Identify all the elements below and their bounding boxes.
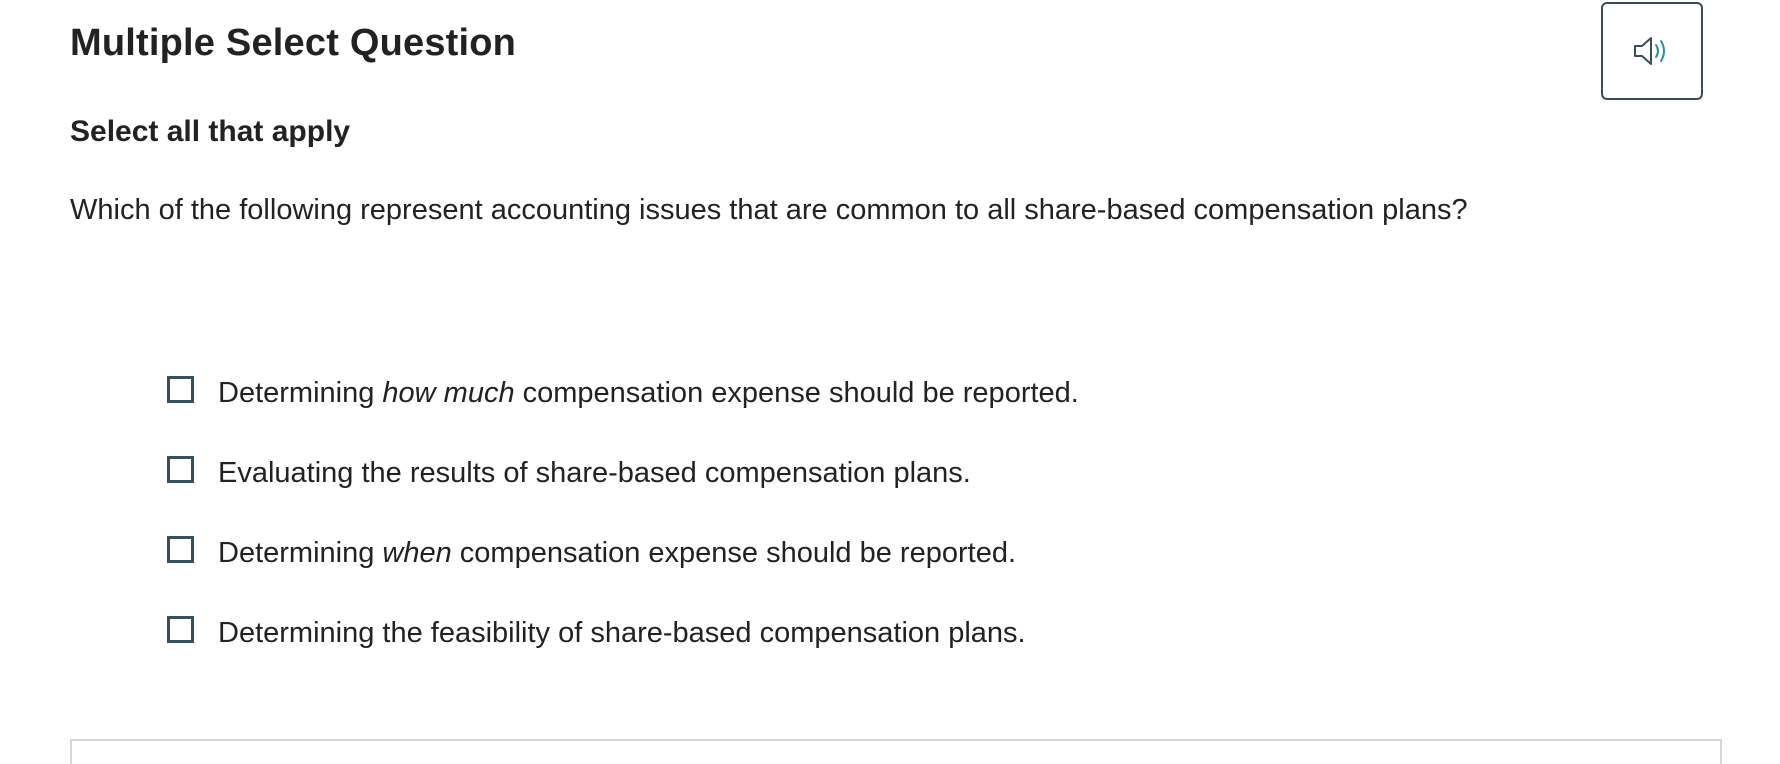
option-label: Determining how much compensation expens… xyxy=(218,377,1079,410)
checkbox[interactable] xyxy=(167,455,194,483)
option-emphasis: how much xyxy=(382,377,515,409)
bottom-panel xyxy=(70,739,1722,764)
read-aloud-button[interactable] xyxy=(1601,2,1703,100)
checkbox[interactable] xyxy=(167,615,194,643)
page-title: Multiple Select Question xyxy=(70,22,517,64)
answer-option[interactable]: Determining how much compensation expens… xyxy=(167,352,1079,432)
checkbox[interactable] xyxy=(167,535,194,563)
option-text-part: Evaluating the results of share-based co… xyxy=(218,457,971,489)
option-text-part: compensation expense should be reported. xyxy=(451,537,1017,569)
speaker-icon xyxy=(1632,34,1672,68)
option-text-part: Determining the feasibility of share-bas… xyxy=(218,617,1026,649)
option-label: Determining the feasibility of share-bas… xyxy=(218,617,1026,650)
option-emphasis: when xyxy=(382,537,452,569)
option-text-part: Determining xyxy=(218,377,383,409)
answer-option[interactable]: Determining the feasibility of share-bas… xyxy=(167,592,1079,672)
answer-options: Determining how much compensation expens… xyxy=(167,352,1079,672)
option-text-part: compensation expense should be reported. xyxy=(514,377,1079,409)
option-label: Determining when compensation expense sh… xyxy=(218,537,1016,570)
option-text-part: Determining xyxy=(218,537,383,569)
question-prompt: Which of the following represent account… xyxy=(70,194,1468,226)
answer-option[interactable]: Determining when compensation expense sh… xyxy=(167,512,1079,592)
instruction-text: Select all that apply xyxy=(70,115,351,148)
answer-option[interactable]: Evaluating the results of share-based co… xyxy=(167,432,1079,512)
checkbox[interactable] xyxy=(167,375,194,403)
question-page: Multiple Select Question Select all that… xyxy=(0,0,1780,764)
option-label: Evaluating the results of share-based co… xyxy=(218,457,971,490)
